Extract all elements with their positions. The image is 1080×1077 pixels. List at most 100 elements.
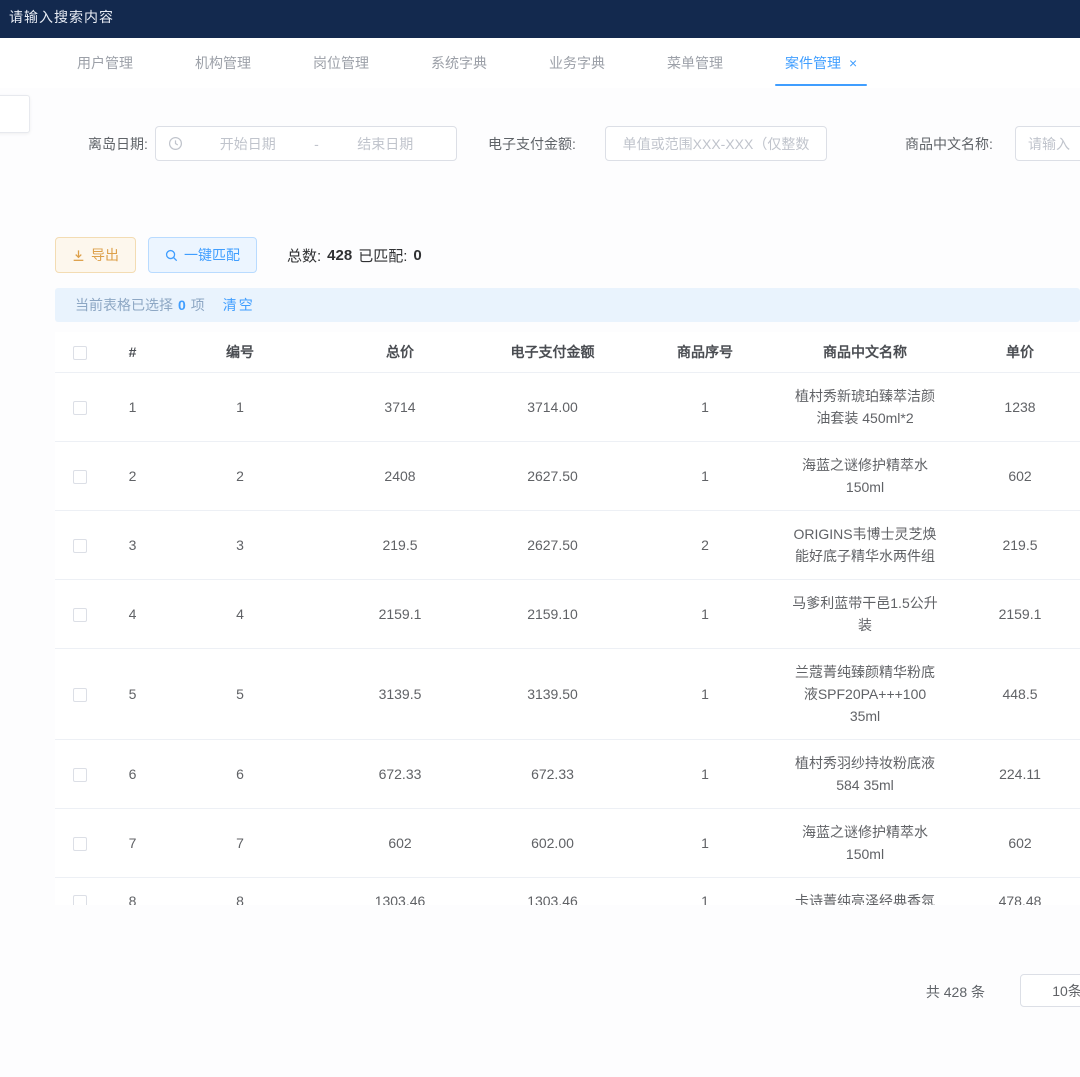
cell-total: 3714 xyxy=(320,372,480,441)
tab-business-dict[interactable]: 业务字典 xyxy=(527,38,627,88)
row-checkbox[interactable] xyxy=(73,895,87,905)
cell-total: 2159.1 xyxy=(320,579,480,648)
cell-name: 兰蔻菁纯臻颜精华粉底液SPF20PA+++100 35ml xyxy=(785,648,945,739)
cell-unit: 602 xyxy=(945,441,1080,510)
cell-index: 5 xyxy=(105,648,160,739)
date-end-placeholder: 结束日期 xyxy=(327,134,445,154)
export-button[interactable]: 导出 xyxy=(55,237,136,273)
matched-count-label: 已匹配: xyxy=(358,245,407,266)
download-icon xyxy=(72,249,85,262)
tab-system-dict[interactable]: 系统字典 xyxy=(409,38,509,88)
pagination-total: 共 428 条 xyxy=(926,982,985,1002)
row-select-cell xyxy=(55,372,105,441)
clear-selection-link[interactable]: 清空 xyxy=(223,295,255,315)
row-checkbox[interactable] xyxy=(73,470,87,484)
cell-unit: 219.5 xyxy=(945,510,1080,579)
total-count-label: 总数: xyxy=(287,245,321,266)
matched-count-value: 0 xyxy=(413,247,421,264)
cell-total: 672.33 xyxy=(320,739,480,808)
export-button-label: 导出 xyxy=(91,245,119,265)
table-row: 881303.461303.461卡诗菁纯亮泽经典香氛478.48 xyxy=(55,877,1080,905)
row-select-cell xyxy=(55,441,105,510)
cell-seq: 1 xyxy=(625,739,785,808)
case-table: # 编号 总价 电子支付金额 商品序号 商品中文名称 单价 1137143714… xyxy=(55,332,1080,905)
cell-name: ORIGINS韦博士灵芝焕能好底子精华水两件组 xyxy=(785,510,945,579)
tab-case-management-label: 案件管理 xyxy=(785,53,841,73)
cell-code: 8 xyxy=(160,877,320,905)
cell-epay: 672.33 xyxy=(480,739,625,808)
tab-post-management[interactable]: 岗位管理 xyxy=(291,38,391,88)
close-icon[interactable]: × xyxy=(849,55,857,71)
cell-index: 8 xyxy=(105,877,160,905)
row-select-cell xyxy=(55,510,105,579)
selection-suffix: 项 xyxy=(191,295,205,315)
header-unit-price: 单价 xyxy=(945,332,1080,372)
row-checkbox[interactable] xyxy=(73,608,87,622)
clock-icon xyxy=(168,136,183,151)
header-product-seq: 商品序号 xyxy=(625,332,785,372)
date-range-picker[interactable]: 开始日期 - 结束日期 xyxy=(155,126,457,161)
selection-prefix: 当前表格已选择 xyxy=(75,295,173,315)
epay-amount-label: 电子支付金额: xyxy=(488,134,576,154)
cell-index: 3 xyxy=(105,510,160,579)
epay-amount-field-box xyxy=(605,126,827,161)
product-name-label: 商品中文名称: xyxy=(905,134,993,154)
cell-seq: 1 xyxy=(625,808,785,877)
cell-epay: 3139.50 xyxy=(480,648,625,739)
row-select-cell xyxy=(55,739,105,808)
table-row: 33219.52627.502ORIGINS韦博士灵芝焕能好底子精华水两件组21… xyxy=(55,510,1080,579)
row-checkbox[interactable] xyxy=(73,688,87,702)
cell-unit: 478.48 xyxy=(945,877,1080,905)
row-select-cell xyxy=(55,648,105,739)
cell-epay: 3714.00 xyxy=(480,372,625,441)
epay-amount-input[interactable] xyxy=(606,127,826,160)
case-table-grid: # 编号 总价 电子支付金额 商品序号 商品中文名称 单价 1137143714… xyxy=(55,332,1080,905)
cell-code: 5 xyxy=(160,648,320,739)
top-navbar: 请输入搜索内容 xyxy=(0,0,1080,38)
tab-org-management[interactable]: 机构管理 xyxy=(173,38,273,88)
one-click-match-label: 一键匹配 xyxy=(184,245,240,265)
total-count-value: 428 xyxy=(327,247,352,264)
row-checkbox[interactable] xyxy=(73,768,87,782)
cell-seq: 1 xyxy=(625,441,785,510)
match-counts: 总数: 428 已匹配: 0 xyxy=(287,245,422,266)
cell-name: 植村秀新琥珀臻萃洁颜油套装 450ml*2 xyxy=(785,372,945,441)
cell-name: 卡诗菁纯亮泽经典香氛 xyxy=(785,877,945,905)
cell-name: 植村秀羽纱持妆粉底液584 35ml xyxy=(785,739,945,808)
cell-epay: 2627.50 xyxy=(480,441,625,510)
page: 请输入搜索内容 用户管理 机构管理 岗位管理 系统字典 业务字典 菜单管理 案件… xyxy=(0,0,1080,1077)
header-index: # xyxy=(105,332,160,372)
table-body: 1137143714.001植村秀新琥珀臻萃洁颜油套装 450ml*212382… xyxy=(55,372,1080,905)
global-search-input[interactable]: 请输入搜索内容 xyxy=(9,7,114,27)
header-epay-amount: 电子支付金额 xyxy=(480,332,625,372)
row-checkbox[interactable] xyxy=(73,837,87,851)
tab-case-management[interactable]: 案件管理 × xyxy=(763,38,879,88)
select-all-checkbox[interactable] xyxy=(73,346,87,360)
filter-bar: 离岛日期: 开始日期 - 结束日期 电子支付金额: 商品中文名称: xyxy=(0,126,1080,162)
cell-code: 7 xyxy=(160,808,320,877)
cell-epay: 2159.10 xyxy=(480,579,625,648)
row-checkbox[interactable] xyxy=(73,401,87,415)
tab-menu-management[interactable]: 菜单管理 xyxy=(645,38,745,88)
cell-unit: 602 xyxy=(945,808,1080,877)
tab-user-management[interactable]: 用户管理 xyxy=(55,38,155,88)
row-checkbox[interactable] xyxy=(73,539,87,553)
cell-name: 海蓝之谜修护精萃水 150ml xyxy=(785,808,945,877)
cell-index: 1 xyxy=(105,372,160,441)
selection-info-bar: 当前表格已选择 0 项 清空 xyxy=(55,288,1080,322)
table-row: 2224082627.501海蓝之谜修护精萃水 150ml602 xyxy=(55,441,1080,510)
search-icon xyxy=(165,249,178,262)
page-size-select[interactable]: 10条/页 xyxy=(1020,974,1080,1007)
cell-total: 219.5 xyxy=(320,510,480,579)
cell-code: 3 xyxy=(160,510,320,579)
cell-seq: 2 xyxy=(625,510,785,579)
table-row: 1137143714.001植村秀新琥珀臻萃洁颜油套装 450ml*21238 xyxy=(55,372,1080,441)
one-click-match-button[interactable]: 一键匹配 xyxy=(148,237,257,273)
cell-code: 4 xyxy=(160,579,320,648)
product-name-field-box xyxy=(1015,126,1080,161)
cell-unit: 2159.1 xyxy=(945,579,1080,648)
product-name-input[interactable] xyxy=(1016,127,1080,160)
pagination-bar: 共 428 条 10条/页 xyxy=(0,974,1080,1008)
table-row: 442159.12159.101马爹利蓝带干邑1.5公升装2159.1 xyxy=(55,579,1080,648)
depart-date-label: 离岛日期: xyxy=(88,134,148,154)
